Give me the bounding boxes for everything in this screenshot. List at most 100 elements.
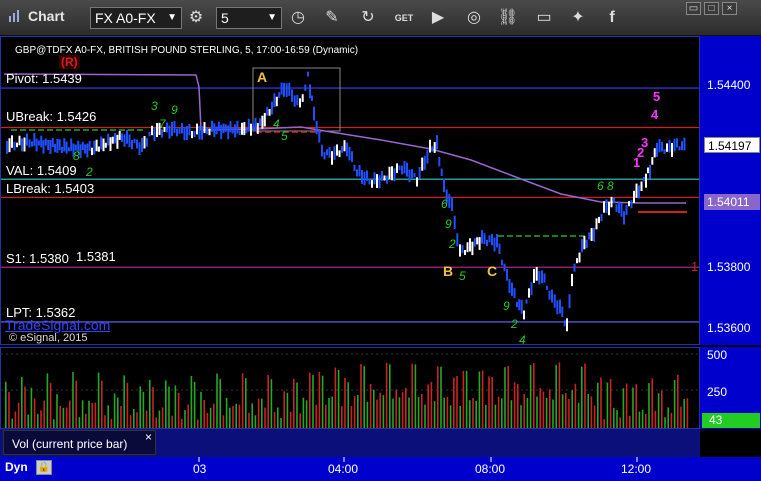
price-bar [296,94,299,106]
price-bar [171,122,173,136]
volume-bar [65,407,68,428]
volume-bar [625,383,628,428]
volume-bar [181,418,183,428]
target-icon[interactable]: ◎ [462,6,486,30]
price-bar [309,84,311,99]
link-icon[interactable]: ⛓ [496,6,520,30]
clock-icon[interactable]: ◷ [286,6,310,30]
volume-axis[interactable]: 500 250 43 [700,347,761,429]
price-bar [393,168,396,182]
time-axis[interactable]: Dyn 🔒 03 04:00 08:00 12:00 [0,457,761,481]
volume-bar [123,375,125,428]
facebook-icon[interactable]: f [600,6,624,30]
volume-bar [683,399,685,428]
close-icon[interactable]: × [145,430,152,444]
price-bar [252,123,255,130]
price-bar [406,162,408,177]
price-bar [618,201,620,214]
volume-bar [200,391,202,428]
interval-field[interactable]: 5 ▼ [216,7,282,29]
price-bar [93,140,96,155]
restore-icon[interactable]: ▭ [686,2,701,15]
twitter-icon[interactable]: ✦ [566,6,590,30]
volume-histogram [1,353,699,428]
sequence-count-green: 5 [459,269,466,283]
price-bar [593,227,595,242]
volume-bar [513,382,516,428]
price-bar [328,147,331,158]
price-bar [70,138,73,151]
chevron-down-icon[interactable]: ▼ [167,8,177,28]
volume-bar [107,405,109,428]
price-bar [133,138,136,143]
price-bar [63,138,66,152]
chevron-down-icon[interactable]: ▼ [267,8,277,28]
close-icon[interactable]: × [722,2,737,15]
price-bar [383,175,386,181]
volume-bar [110,418,113,428]
volume-bar [581,366,583,428]
volume-bar [216,373,218,428]
price-bar [18,135,21,146]
volume-bar [30,387,33,428]
volume-bar [385,362,388,428]
price-bar [645,173,647,188]
volume-bar [603,419,605,428]
price-chart[interactable]: GBP@TDFX A0-FX, BRITISH POUND STERLING, … [0,36,700,347]
volume-bar [193,382,196,428]
price-tick: 1.54400 [707,78,751,92]
volume-bar [235,403,237,428]
price-bar [168,125,171,139]
volume-bar [600,377,602,428]
comment-icon[interactable]: ▭ [532,6,556,30]
volume-bar [27,414,29,428]
pencil-icon[interactable]: ✎ [320,6,344,30]
volume-bar [520,405,522,428]
volume-bar [315,404,317,428]
price-bar [333,146,336,160]
r-badge[interactable]: (R) [59,55,80,69]
price-bar [114,133,117,144]
volume-bar [299,413,301,428]
price-chart-canvas [1,67,699,332]
volume-pane[interactable] [0,347,700,429]
volume-bar [17,402,20,428]
price-bar [630,200,633,209]
price-bar [236,120,239,134]
price-bar [348,146,351,161]
price-bar [553,294,556,308]
volume-bar [504,367,506,428]
annotation-b: B [443,263,454,279]
volume-legend-box[interactable]: Vol (current price bar) × [3,430,156,455]
volume-bar [273,412,276,428]
volume-bar [318,371,321,428]
watermark[interactable]: TradeSignal.com [5,317,110,333]
get-icon[interactable]: GET [392,6,416,30]
price-bar [548,290,551,300]
volume-bar [261,398,263,428]
price-bar [671,143,673,157]
symbol-field[interactable]: FX A0-FX ▼ [90,7,182,29]
price-bar [613,197,615,204]
volume-bar [641,409,644,428]
volume-bar [565,393,567,428]
price-bar [561,306,564,317]
price-axis[interactable]: 1.54400 1.54197 1.54011 1.53800 1.53600 [700,36,761,345]
price-bar [81,142,84,150]
volume-bar [97,372,100,428]
play-icon[interactable]: ▶ [426,6,450,30]
price-bar [421,157,424,171]
price-bar [623,211,625,225]
price-bar [508,279,511,293]
volume-bar [331,396,333,428]
price-bar [656,143,658,157]
maximize-icon[interactable]: □ [704,2,719,15]
settings-icon[interactable]: ⚙ [184,6,208,30]
volume-bar [382,395,385,428]
refresh-icon[interactable]: ↻ [356,6,380,30]
volume-bar [37,414,39,428]
price-bar [433,142,436,153]
time-tick: 03 [193,462,207,476]
price-bar [102,138,105,152]
volume-bar [257,398,260,428]
